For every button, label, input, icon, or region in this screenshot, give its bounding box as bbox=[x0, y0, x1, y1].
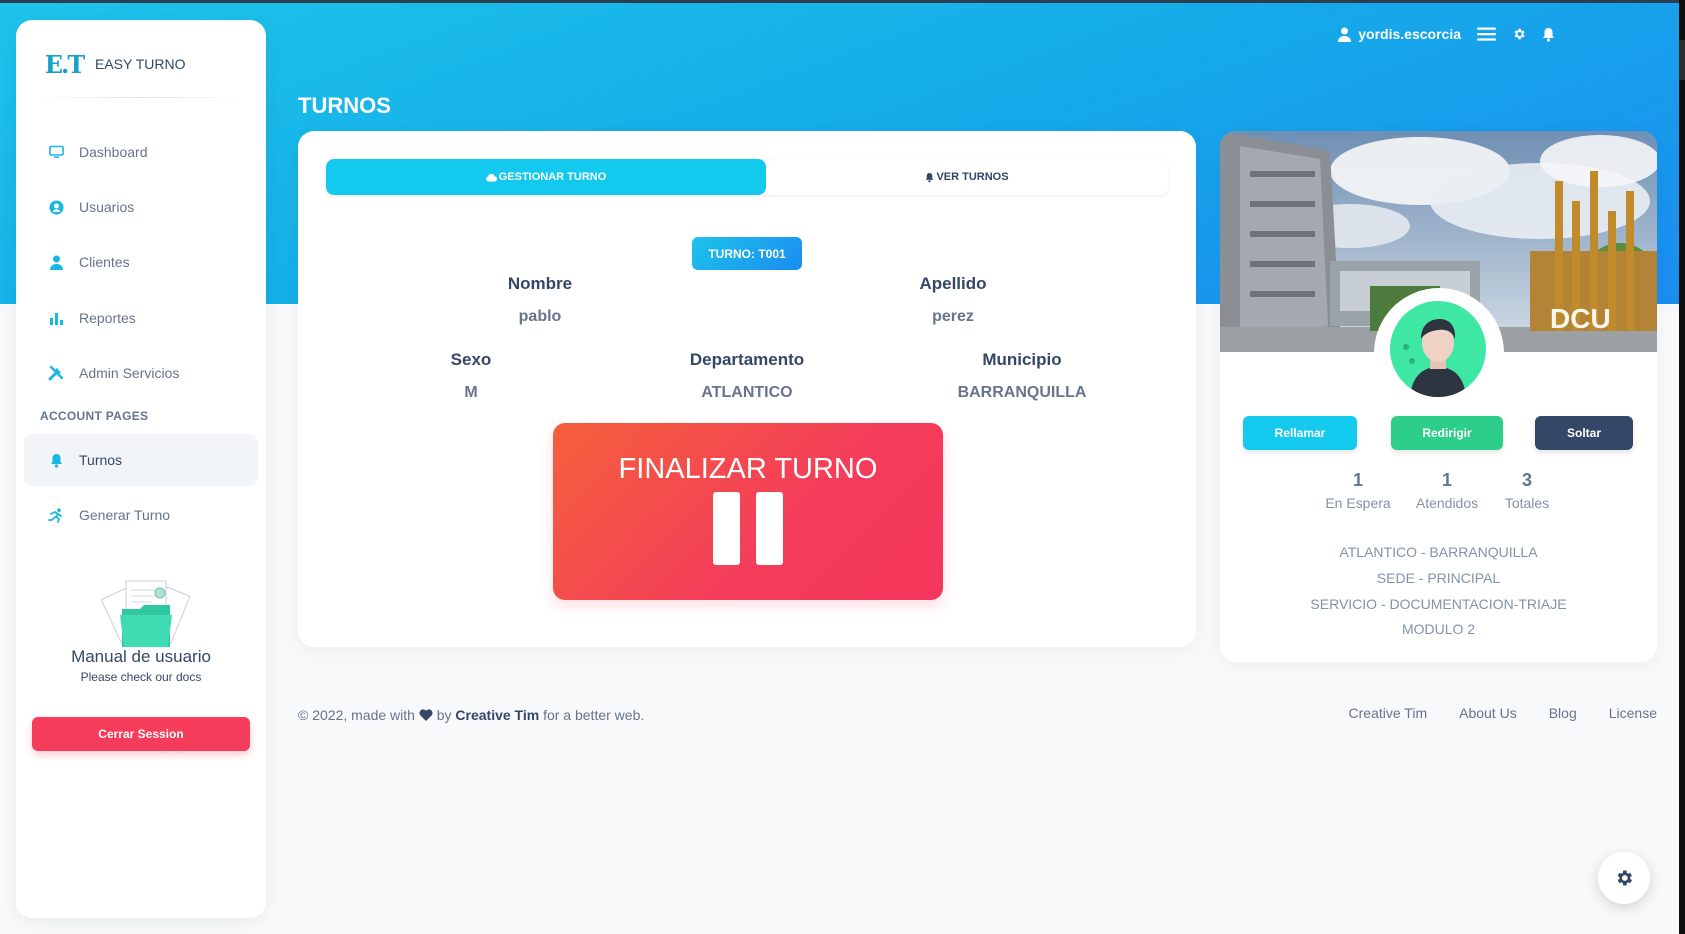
gear-icon bbox=[1617, 870, 1632, 886]
menu-icon[interactable] bbox=[1477, 27, 1496, 41]
modulo-info: MODULO 2 bbox=[1401, 621, 1476, 637]
tab-ver-turnos[interactable]: VER TURNOS bbox=[766, 159, 1168, 195]
footer-link-creative-tim[interactable]: Creative Tim bbox=[1349, 705, 1428, 721]
nombre-label: Nombre bbox=[507, 274, 573, 293]
window-top-border bbox=[0, 0, 1685, 3]
footer-link-blog[interactable]: Blog bbox=[1549, 705, 1577, 721]
tab-bar: GESTIONAR TURNO VER TURNOS bbox=[326, 159, 1168, 195]
bell-icon bbox=[48, 452, 64, 468]
module-profile-card: DCU Rellamar Redirigir Soltar 1 En Esper… bbox=[1220, 131, 1657, 662]
gear-icon[interactable] bbox=[1512, 27, 1526, 41]
municipio-value: BARRANQUILLA bbox=[957, 384, 1087, 401]
sidebar: E.T EASY TURNO Dashboard Usuarios Client… bbox=[16, 20, 266, 918]
location-info: ATLANTICO - BARRANQUILLA bbox=[1339, 544, 1538, 560]
footer-author-link[interactable]: Creative Tim bbox=[455, 707, 539, 723]
logout-button[interactable]: Cerrar Session bbox=[32, 717, 250, 751]
cloud-upload-icon bbox=[485, 173, 497, 182]
username: yordis.escorcia bbox=[1358, 26, 1461, 42]
avatar bbox=[1390, 301, 1486, 397]
footer-suffix: for a better web. bbox=[543, 707, 645, 723]
apellido-value: perez bbox=[932, 308, 974, 325]
bar-chart-icon bbox=[48, 310, 64, 326]
user-circle-icon bbox=[48, 199, 64, 215]
turn-badge: TURNO: T001 bbox=[692, 237, 802, 270]
nombre-value: pablo bbox=[518, 308, 562, 325]
section-title: ACCOUNT PAGES bbox=[40, 409, 149, 423]
bell-icon[interactable] bbox=[1542, 27, 1555, 42]
tools-icon bbox=[48, 365, 64, 381]
sidebar-item-turnos[interactable]: Turnos bbox=[24, 434, 258, 486]
rellamar-button[interactable]: Rellamar bbox=[1243, 416, 1357, 450]
sexo-label: Sexo bbox=[450, 350, 492, 369]
stat-en-espera-value: 1 bbox=[1352, 470, 1363, 490]
stat-totales-label: Totales bbox=[1504, 495, 1550, 511]
finish-turn-label: FINALIZAR TURNO bbox=[618, 453, 878, 485]
docs-subtitle: Please check our docs bbox=[80, 670, 202, 684]
tab-label: GESTIONAR TURNO bbox=[498, 171, 607, 183]
pause-icon bbox=[713, 492, 740, 565]
departamento-value: ATLANTICO bbox=[701, 384, 793, 401]
sede-info: SEDE - PRINCIPAL bbox=[1376, 570, 1501, 586]
finish-turn-button[interactable]: FINALIZAR TURNO bbox=[553, 423, 943, 600]
running-icon bbox=[48, 507, 64, 523]
sidebar-item-clientes[interactable]: Clientes bbox=[24, 236, 258, 288]
cover-text: DCU bbox=[1550, 303, 1611, 334]
sidebar-item-label: Dashboard bbox=[79, 144, 148, 160]
page-title: TURNOS bbox=[298, 93, 391, 118]
footer-by: by bbox=[436, 707, 452, 723]
docs-title: Manual de usuario bbox=[71, 647, 211, 666]
municipio-label: Municipio bbox=[982, 350, 1062, 369]
user-menu[interactable]: yordis.escorcia bbox=[1338, 26, 1461, 42]
stat-totales-value: 3 bbox=[1521, 470, 1532, 490]
brand[interactable]: E.T EASY TURNO bbox=[44, 49, 186, 79]
sidebar-item-label: Admin Servicios bbox=[79, 365, 180, 381]
brand-logo: E.T bbox=[44, 49, 86, 79]
brand-name: EASY TURNO bbox=[95, 56, 186, 72]
tab-gestionar-turno[interactable]: GESTIONAR TURNO bbox=[326, 159, 766, 195]
sidebar-item-label: Reportes bbox=[79, 310, 136, 326]
footer-links: Creative Tim About Us Blog License bbox=[1317, 705, 1657, 721]
soltar-button[interactable]: Soltar bbox=[1535, 416, 1633, 450]
sidebar-item-generar-turno[interactable]: Generar Turno bbox=[24, 489, 258, 541]
footer-link-license[interactable]: License bbox=[1609, 705, 1657, 721]
heart-icon bbox=[419, 709, 433, 721]
redirigir-button[interactable]: Redirigir bbox=[1391, 416, 1503, 450]
sidebar-item-label: Clientes bbox=[79, 254, 130, 270]
user-icon bbox=[48, 254, 64, 270]
sidebar-item-admin-servicios[interactable]: Admin Servicios bbox=[24, 347, 258, 399]
apellido-label: Apellido bbox=[919, 274, 987, 293]
pause-icon-bar bbox=[756, 492, 783, 565]
footer-link-about-us[interactable]: About Us bbox=[1459, 705, 1517, 721]
scrollbar[interactable] bbox=[1679, 0, 1685, 934]
stat-en-espera-label: En Espera bbox=[1325, 495, 1391, 511]
folder-illustration bbox=[96, 575, 196, 655]
footer-prefix: © 2022, made with bbox=[298, 707, 415, 723]
sidebar-item-label: Turnos bbox=[79, 452, 123, 468]
scrollbar-thumb[interactable] bbox=[1679, 40, 1685, 80]
user-icon bbox=[1338, 27, 1352, 42]
bell-icon bbox=[926, 172, 934, 182]
monitor-icon bbox=[48, 144, 64, 160]
settings-fab[interactable] bbox=[1598, 852, 1650, 904]
footer-copyright: © 2022, made with by Creative Tim for a … bbox=[298, 707, 644, 723]
sidebar-item-label: Generar Turno bbox=[79, 507, 171, 523]
top-navbar: yordis.escorcia bbox=[1338, 26, 1555, 42]
departamento-label: Departamento bbox=[689, 350, 805, 369]
divider bbox=[36, 97, 246, 98]
sidebar-item-dashboard[interactable]: Dashboard bbox=[24, 126, 258, 178]
sidebar-item-reportes[interactable]: Reportes bbox=[24, 292, 258, 344]
sidebar-item-label: Usuarios bbox=[79, 199, 135, 215]
tab-label: VER TURNOS bbox=[936, 171, 1009, 183]
turn-management-card: GESTIONAR TURNO VER TURNOS TURNO: T001 N… bbox=[298, 131, 1196, 647]
sidebar-item-usuarios[interactable]: Usuarios bbox=[24, 181, 258, 233]
sexo-value: M bbox=[464, 384, 478, 401]
servicio-info: SERVICIO - DOCUMENTACION-TRIAJE bbox=[1310, 596, 1567, 612]
